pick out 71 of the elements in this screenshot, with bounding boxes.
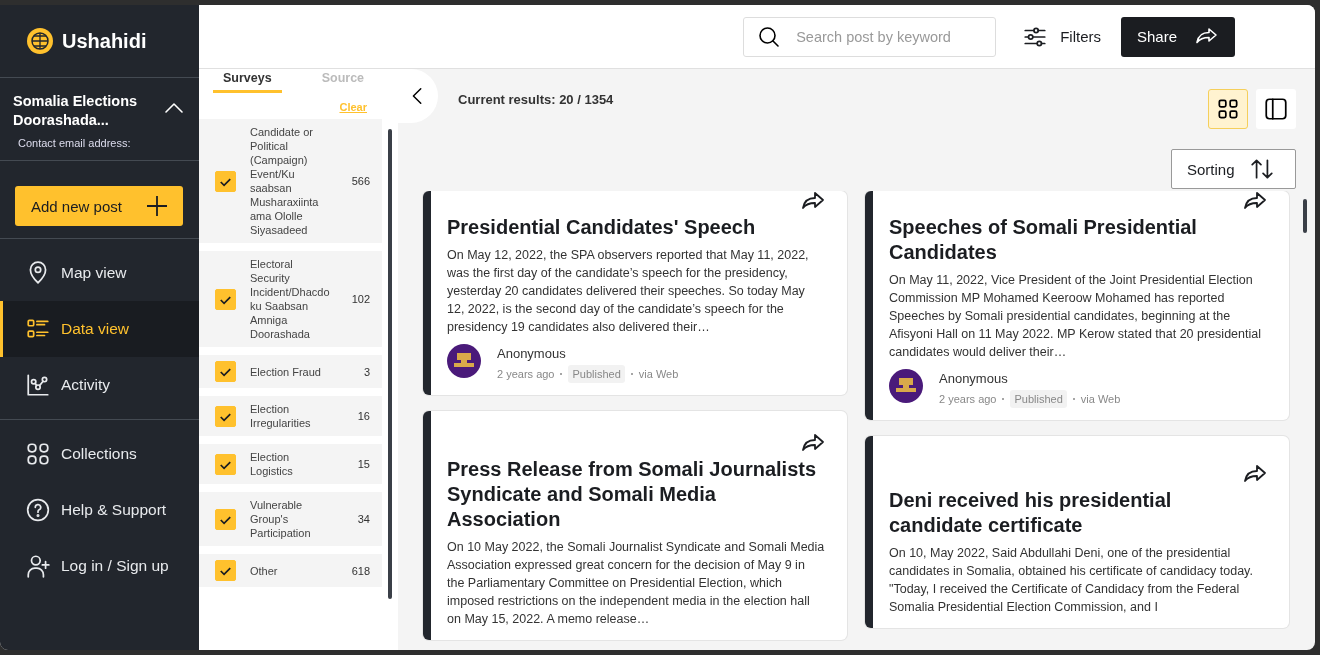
app-logo-text: Ushahidi (62, 29, 147, 53)
survey-count: 566 (351, 175, 370, 187)
survey-label: Electoral Security Incident/Dhacdo ku Saabsan Amniga Doorashada (250, 257, 331, 341)
plus-icon (145, 195, 168, 217)
share-icon[interactable] (801, 433, 825, 453)
help-icon (25, 497, 51, 523)
checkbox[interactable] (215, 288, 236, 310)
chart-icon (25, 372, 51, 398)
globe-logo-icon (24, 25, 56, 57)
post-excerpt: On 10, May 2022, Said Abdullahi Deni, one of the presidential candidates in Somalia, obtained his certificate of candidacy today. "Today, I received the Certificate of Candidacy from the Federal Somalia Presidential Election Commission, and I (889, 545, 1254, 616)
sorting-button[interactable]: Sorting (1171, 149, 1296, 189)
post-title[interactable]: Deni received his presidential candidate certificate (889, 488, 1267, 538)
nav-item[interactable]: Activity (0, 357, 199, 413)
survey-count: 34 (357, 513, 370, 525)
post-excerpt: On 10 May 2022, the Somali Journalist Syndicate and Somali Media Association expressed great concern for the decision of May 9 in the Parliamentary Committee on Presidential Election, which imposed restrictions on the independent media in the election hall on May 15, 2022. A memo release… (447, 539, 825, 628)
avatar-icon (889, 369, 923, 403)
nav-item[interactable]: Data view (0, 301, 199, 357)
survey-label: Candidate or Political (Campaign) Event/Ku saabsan Musharaxiinta ama Ololle Siyasadeed (250, 125, 320, 237)
post-source: via Web (1080, 393, 1121, 405)
add-user-icon (25, 553, 51, 579)
sort-icon (1248, 156, 1275, 182)
status-tag: Published (1010, 390, 1067, 408)
results-count: Current results: 20 / 1354 (458, 92, 614, 109)
survey-label: Election Logistics (250, 450, 294, 478)
filters-button[interactable]: Filters (1022, 23, 1101, 50)
share-button[interactable]: Share (1121, 16, 1235, 57)
survey-count: 16 (357, 410, 370, 422)
checkbox[interactable] (215, 453, 236, 475)
avatar-icon (447, 344, 481, 378)
survey-count: 618 (351, 564, 370, 577)
collections-icon (25, 441, 51, 467)
search-field[interactable]: Search post by keyword (743, 16, 997, 57)
survey-count: 102 (351, 293, 370, 305)
checkbox[interactable] (215, 361, 236, 382)
post-source: via Web (638, 368, 679, 380)
survey-count: 3 (363, 365, 370, 378)
survey-count: 15 (357, 458, 370, 470)
checkbox[interactable] (215, 405, 236, 427)
share-icon[interactable] (801, 191, 825, 211)
nav-item[interactable]: Collections (0, 426, 199, 482)
survey-label: Vulnerable Group's Participation (250, 498, 312, 540)
status-tag: Published (568, 365, 625, 383)
add-post-button[interactable]: Add new post (15, 186, 183, 226)
nav-item[interactable]: Map view (0, 245, 199, 301)
grid-view-icon (1215, 96, 1241, 122)
share-icon[interactable] (1243, 464, 1267, 484)
deployment-title: Somalia Elections Doorashada... (13, 92, 139, 130)
nav-item[interactable]: Log in / Sign up (0, 538, 199, 594)
nav-item[interactable]: Help & Support (0, 482, 199, 538)
panel-view-button[interactable] (1256, 89, 1296, 129)
grid-view-button[interactable] (1208, 89, 1248, 129)
panel-view-icon (1263, 96, 1289, 122)
filter-tab[interactable]: Surveys (213, 71, 282, 93)
checkbox[interactable] (215, 170, 236, 192)
share-icon[interactable] (1243, 191, 1267, 211)
post-excerpt: On May 12, 2022, the SPA observers reported that May 11, 2022, was the first day of the candidate’s speech for the presidency, yesterday 20 candidates delivered their speeches. So today May 12, 2022, is the second day of the candidate’s speech for the presidency 19 candidates also delivered their… (447, 247, 810, 336)
survey-label: Election Irregularities (250, 402, 312, 430)
post-time: 2 years ago (497, 368, 555, 380)
author-name: Anonymous (939, 371, 1009, 386)
post-title[interactable]: Press Release from Somali Journalists Syndicate and Somali Media Association (447, 457, 825, 532)
checkbox[interactable] (215, 560, 236, 581)
post-title[interactable]: Speeches of Somali Presidential Candidates (889, 215, 1267, 265)
checkbox[interactable] (215, 508, 236, 530)
post-time: 2 years ago (939, 393, 997, 405)
post-excerpt: On May 11, 2022, Vice President of the Joint Presidential Election Commission MP Mohamed Keeroow Mohamed has reported Speeches by Somali presidential candidates, beginning at the Afisyoni Hall on 11 May 2022. MP Kerow stated that 20 presidential candidates would deliver their… (889, 272, 1262, 361)
survey-label: Other (250, 563, 279, 578)
post-title[interactable]: Presidential Candidates' Speech (447, 215, 825, 240)
survey-label: Election Fraud (250, 364, 322, 379)
author-name: Anonymous (497, 346, 567, 361)
contact-label: Contact email address: (18, 137, 132, 149)
search-icon (757, 24, 782, 49)
